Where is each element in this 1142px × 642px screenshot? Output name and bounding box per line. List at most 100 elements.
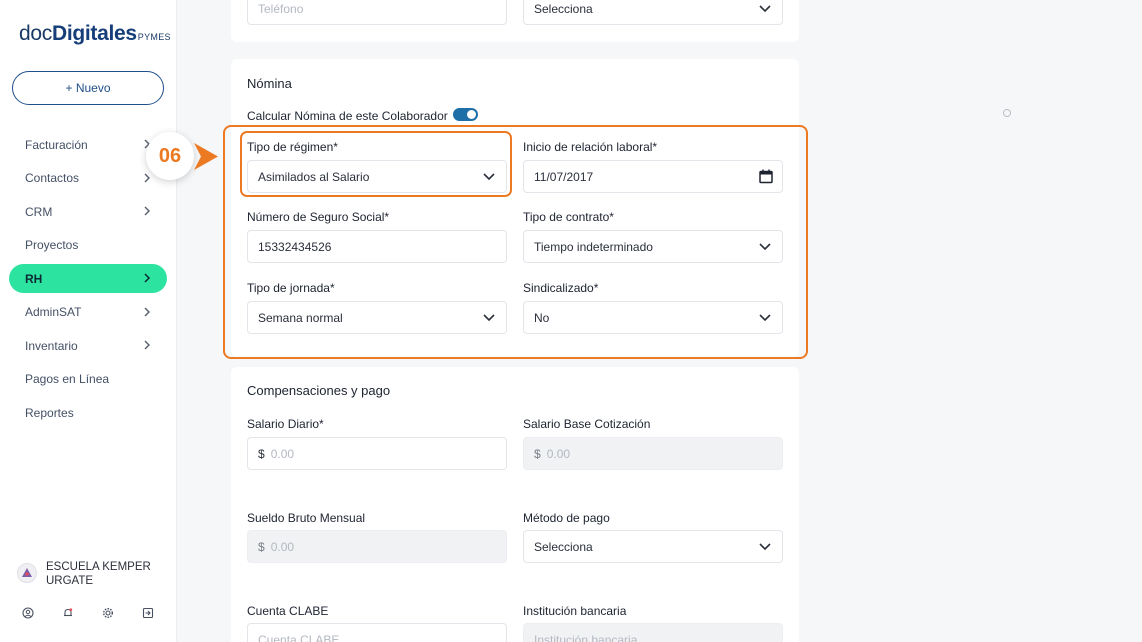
nss-value: 15332434526 xyxy=(258,239,332,254)
nss-label: Número de Seguro Social* xyxy=(247,210,390,224)
sidebar-item-pagos-en-linea[interactable]: Pagos en Línea xyxy=(9,365,167,394)
cuenta-clabe-placeholder: Cuenta CLABE xyxy=(258,632,340,642)
step-badge: 06 xyxy=(146,132,194,180)
jornada-select[interactable]: Semana normal xyxy=(247,301,507,334)
cuenta-clabe-input[interactable]: Cuenta CLABE xyxy=(247,623,507,642)
tipo-regimen-value: Asimilados al Salario xyxy=(258,169,370,184)
gear-icon[interactable] xyxy=(100,605,116,621)
toggle-label: Calcular Nómina de este Colaborador xyxy=(247,109,448,123)
telefono-input[interactable]: Teléfono xyxy=(247,0,507,25)
sidebar-item-adminsat[interactable]: AdminSAT xyxy=(9,298,167,327)
chevron-down-icon xyxy=(483,314,495,322)
sindicalizado-label: Sindicalizado* xyxy=(523,281,599,295)
bottom-toolbar xyxy=(20,605,180,621)
sidebar-item-contactos[interactable]: Contactos xyxy=(9,164,167,193)
salario-diario-label: Salario Diario* xyxy=(247,417,324,431)
currency-symbol: $ xyxy=(534,446,541,461)
user-name: ESCUELA KEMPER URGATE xyxy=(46,561,151,587)
card-nomina: Nómina Calcular Nómina de este Colaborad… xyxy=(231,59,799,357)
sidebar-item-proyectos[interactable]: Proyectos xyxy=(9,231,167,260)
sidebar-item-label: CRM xyxy=(25,204,53,219)
sueldo-bruto-input: $ 0.00 xyxy=(247,530,507,563)
sidebar-item-crm[interactable]: CRM xyxy=(9,197,167,226)
telefono-placeholder: Teléfono xyxy=(258,1,304,16)
sidebar-item-label: Contactos xyxy=(25,171,80,185)
brand-logo[interactable]: docDigitalesPYMES xyxy=(19,22,171,46)
sueldo-bruto-label: Sueldo Bruto Mensual xyxy=(247,511,366,525)
sidebar-item-rh[interactable]: RH xyxy=(9,264,167,293)
logo-pymes: PYMES xyxy=(137,32,171,42)
section-title-compensaciones: Compensaciones y pago xyxy=(247,383,391,398)
user-profile[interactable]: ESCUELA KEMPER URGATE xyxy=(17,560,156,588)
chevron-down-icon xyxy=(759,543,771,551)
cuenta-clabe-label: Cuenta CLABE xyxy=(247,604,329,618)
logout-icon[interactable] xyxy=(140,605,156,621)
sidebar-item-inventario[interactable]: Inventario xyxy=(9,331,167,360)
toggle-knob xyxy=(467,110,476,119)
user-icon[interactable] xyxy=(20,605,36,621)
bell-icon[interactable] xyxy=(60,605,76,621)
sidebar-item-reportes[interactable]: Reportes xyxy=(9,398,167,427)
new-button[interactable]: + Nuevo xyxy=(12,71,164,105)
sindicalizado-value: No xyxy=(534,310,550,325)
contrato-label: Tipo de contrato* xyxy=(523,210,614,224)
chevron-right-icon xyxy=(144,307,150,316)
metodo-pago-label: Método de pago xyxy=(523,511,610,525)
contrato-value: Tiempo indeterminado xyxy=(534,239,653,254)
tipo-regimen-label: Tipo de régimen* xyxy=(247,140,338,154)
sidebar-item-label: Reportes xyxy=(25,405,74,420)
calcular-nomina-toggle[interactable] xyxy=(453,108,478,121)
chevron-right-icon xyxy=(144,340,150,350)
institucion-placeholder: Institución bancaria xyxy=(534,632,638,642)
select-value: Selecciona xyxy=(534,1,593,16)
chevron-right-icon xyxy=(144,273,151,283)
contact-select[interactable]: Selecciona xyxy=(523,0,783,25)
sidebar-item-facturacion[interactable]: Facturación xyxy=(9,130,167,159)
avatar xyxy=(17,563,37,583)
chevron-right-icon xyxy=(144,173,150,182)
logo-doc: doc xyxy=(19,22,52,45)
card-contact: Teléfono Selecciona xyxy=(231,0,799,42)
sidebar-item-label: Inventario xyxy=(25,338,78,353)
salario-base-label: Salario Base Cotización xyxy=(523,417,651,431)
sidebar-item-label: Pagos en Línea xyxy=(25,372,110,386)
institucion-label: Institución bancaria xyxy=(523,604,627,618)
sindicalizado-select[interactable]: No xyxy=(523,301,783,334)
metodo-pago-select[interactable]: Selecciona xyxy=(523,530,783,563)
sidebar-item-label: Facturación xyxy=(25,137,88,152)
section-title-nomina: Nómina xyxy=(247,76,292,91)
arrow-right-icon xyxy=(194,143,218,170)
sidebar-item-label: Proyectos xyxy=(25,238,79,252)
sidebar: docDigitalesPYMES + Nuevo Facturación Co… xyxy=(0,0,177,642)
sidebar-item-label: AdminSAT xyxy=(25,305,82,319)
jornada-value: Semana normal xyxy=(258,310,343,325)
chevron-down-icon xyxy=(759,243,771,251)
institucion-input: Institución bancaria xyxy=(523,623,783,642)
chevron-down-icon xyxy=(759,314,771,322)
inicio-value: 11/07/2017 xyxy=(534,169,594,184)
metodo-pago-value: Selecciona xyxy=(534,539,593,554)
jornada-label: Tipo de jornada* xyxy=(247,281,335,295)
nss-input[interactable]: 15332434526 xyxy=(247,230,507,263)
amount-placeholder: 0.00 xyxy=(546,446,571,461)
dot-indicator xyxy=(1003,109,1011,117)
sidebar-item-label: RH xyxy=(25,271,43,286)
school-logo-icon xyxy=(22,568,32,577)
chevron-down-icon xyxy=(759,5,771,13)
inicio-date-input[interactable]: 11/07/2017 xyxy=(523,160,783,193)
amount-placeholder: 0.00 xyxy=(270,446,295,461)
chevron-down-icon xyxy=(483,173,495,181)
sidebar-nav: Facturación Contactos CRM Proyectos RH A… xyxy=(9,130,167,432)
salario-diario-input[interactable]: $ 0.00 xyxy=(247,437,507,470)
currency-symbol: $ xyxy=(258,446,265,461)
logo-digitales: Digitales xyxy=(51,22,137,45)
tipo-regimen-select[interactable]: Asimilados al Salario xyxy=(247,160,507,193)
salario-base-input: $ 0.00 xyxy=(523,437,783,470)
card-compensaciones: Compensaciones y pago Salario Diario* $ … xyxy=(231,367,799,642)
calendar-icon[interactable] xyxy=(759,169,773,184)
amount-placeholder: 0.00 xyxy=(270,539,295,554)
chevron-right-icon xyxy=(144,206,150,216)
inicio-label: Inicio de relación laboral* xyxy=(523,140,658,154)
contrato-select[interactable]: Tiempo indeterminado xyxy=(523,230,783,263)
currency-symbol: $ xyxy=(258,539,265,554)
